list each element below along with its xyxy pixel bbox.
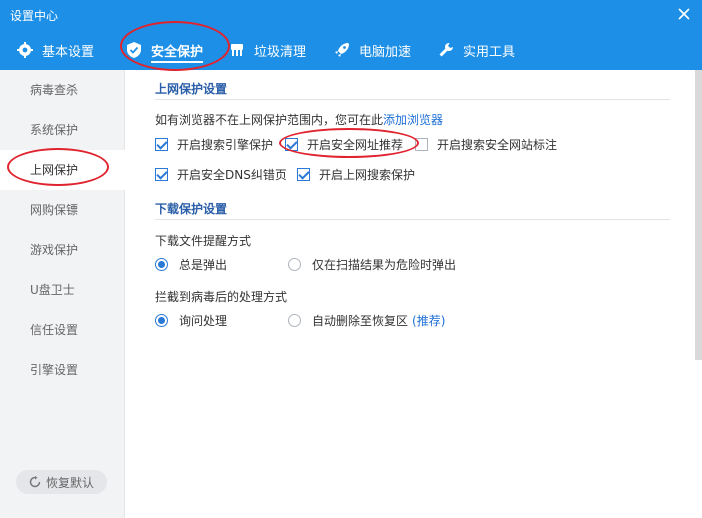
window-title: 设置中心	[10, 9, 59, 23]
shield-check-icon	[127, 42, 141, 58]
settings-content: 上网保护设置 如有浏览器不在上网保护范围内，您可在此添加浏览器 开启搜索引擎保护…	[125, 70, 695, 518]
restore-defaults-button[interactable]: 恢复默认	[16, 470, 107, 494]
radio-dot	[155, 314, 168, 327]
checkbox-web-search-protection[interactable]: 开启上网搜索保护	[297, 166, 415, 183]
section-divider	[155, 99, 670, 100]
checkbox-search-safe-site-mark[interactable]: 开启搜索安全网站标注	[415, 136, 557, 153]
tab-pc-speedup[interactable]: 电脑加速	[333, 30, 411, 70]
sidebar-item-system-protection[interactable]: 系统保护	[0, 110, 125, 150]
tab-basic-settings[interactable]: 基本设置	[16, 30, 94, 70]
sidebar-item-trust-settings[interactable]: 信任设置	[0, 310, 125, 350]
checkbox-safe-url-recommend[interactable]: 开启安全网址推荐	[285, 136, 403, 153]
section-divider	[155, 219, 670, 220]
sidebar-item-web-protection[interactable]: 上网保护	[0, 150, 125, 190]
restore-icon	[29, 476, 41, 488]
tab-utilities[interactable]: 实用工具	[437, 30, 515, 70]
radio-auto-delete-quarantine[interactable]: 自动删除至恢复区 (推荐)	[288, 312, 445, 329]
rocket-icon	[335, 43, 349, 57]
tab-junk-cleanup[interactable]: 垃圾清理	[228, 30, 306, 70]
radio-dot	[288, 314, 301, 327]
sidebar-item-virus-scan[interactable]: 病毒查杀	[0, 70, 125, 110]
add-browser-link[interactable]: 添加浏览器	[383, 113, 443, 127]
download-reminder-label: 下载文件提醒方式	[155, 234, 252, 248]
active-tab-indicator	[151, 61, 204, 63]
checkbox-box	[297, 168, 310, 181]
radio-dot	[155, 258, 168, 271]
add-browser-hint: 如有浏览器不在上网保护范围内，您可在此添加浏览器	[155, 113, 444, 127]
window-edge	[695, 360, 702, 518]
radio-popup-only-danger[interactable]: 仅在扫描结果为危险时弹出	[288, 256, 456, 273]
sidebar-item-shopping-guard[interactable]: 网购保镖	[0, 190, 125, 230]
checkbox-search-engine-protection[interactable]: 开启搜索引擎保护	[155, 136, 273, 153]
tab-bar: 基本设置 安全保护 垃圾清理 电脑加速 实用工具	[0, 30, 702, 70]
sidebar: 病毒查杀 系统保护 上网保护 网购保镖 游戏保护 U盘卫士 信任设置 引擎设置 …	[0, 70, 125, 518]
recommended-tag: (推荐)	[412, 314, 446, 328]
web-protection-title: 上网保护设置	[155, 82, 228, 96]
close-icon[interactable]	[676, 6, 692, 22]
download-protection-title: 下载保护设置	[155, 202, 228, 216]
checkbox-box	[155, 168, 168, 181]
radio-ask-handling[interactable]: 询问处理	[155, 312, 227, 329]
radio-always-popup[interactable]: 总是弹出	[155, 256, 227, 273]
sidebar-item-game-protection[interactable]: 游戏保护	[0, 230, 125, 270]
radio-dot	[288, 258, 301, 271]
broom-icon	[231, 44, 243, 56]
checkbox-box	[155, 138, 168, 151]
checkbox-safe-dns[interactable]: 开启安全DNS纠错页	[155, 166, 287, 183]
sidebar-item-usb-guard[interactable]: U盘卫士	[0, 270, 125, 310]
virus-action-label: 拦截到病毒后的处理方式	[155, 290, 288, 304]
gear-icon	[17, 42, 33, 58]
sidebar-item-engine-settings[interactable]: 引擎设置	[0, 350, 125, 390]
scrollbar[interactable]	[695, 70, 702, 360]
tab-security-protection[interactable]: 安全保护	[125, 30, 204, 70]
header-bar: 设置中心 基本设置 安全保护 垃圾清理 电脑加速 实用工具	[0, 0, 702, 70]
wrench-icon	[439, 43, 453, 57]
checkbox-box	[285, 138, 298, 151]
checkbox-box	[415, 138, 428, 151]
